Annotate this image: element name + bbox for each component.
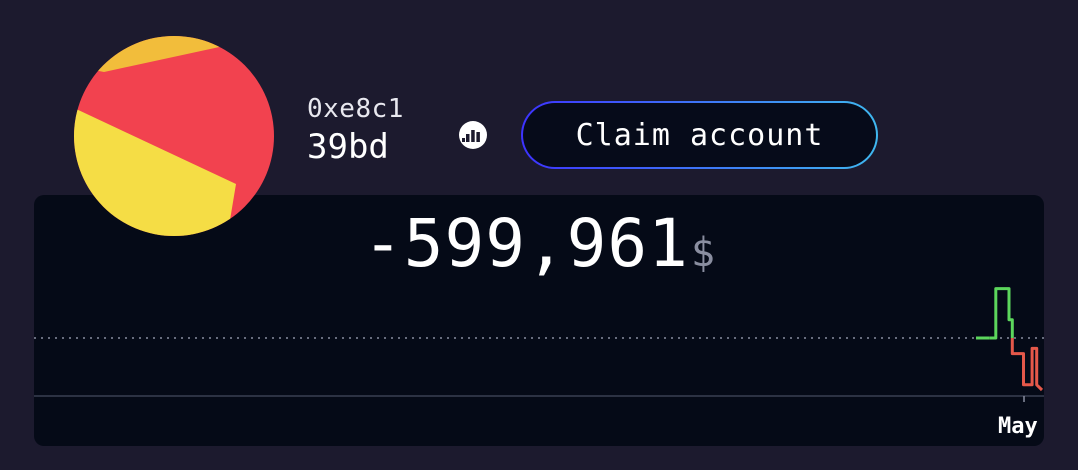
claim-account-button[interactable]: Claim account bbox=[521, 101, 878, 169]
wallet-address-line2: 39bd bbox=[307, 127, 389, 167]
balance-line-segment-positive-1 bbox=[989, 287, 1014, 340]
balance-line-segment-negative-2 bbox=[1010, 338, 1044, 392]
x-tick-label-may: May bbox=[998, 414, 1038, 439]
chart-stats-icon[interactable] bbox=[458, 120, 488, 150]
wallet-address: 0xe8c1 39bd bbox=[307, 96, 404, 164]
claim-account-button-label: Claim account bbox=[523, 103, 876, 167]
wallet-address-line1: 0xe8c1 bbox=[307, 94, 404, 124]
wallet-profile-page: -599,961$ May 0xe8c1 39bd Claim account bbox=[0, 0, 1078, 470]
avatar bbox=[74, 36, 274, 236]
